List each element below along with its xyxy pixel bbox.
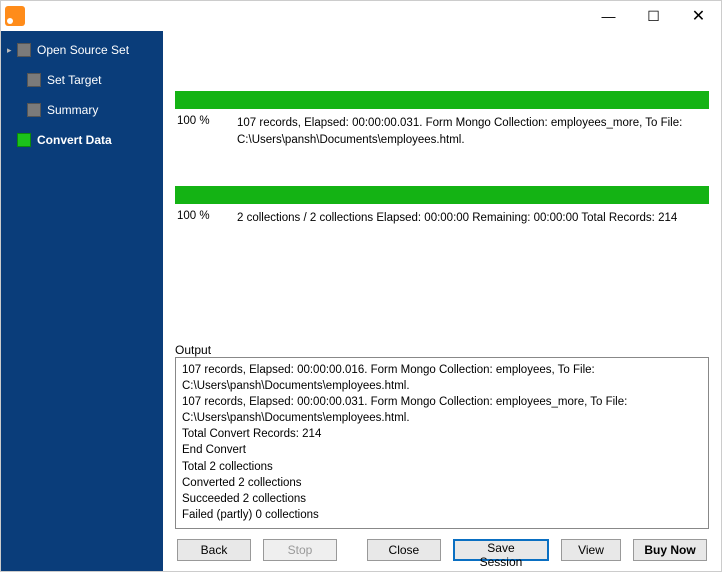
progress-block-1: 100 % 107 records, Elapsed: 00:00:00.031…	[175, 91, 709, 158]
output-label: Output	[175, 335, 709, 357]
tree-status-box	[17, 133, 31, 147]
sidebar-item-convert-data[interactable]: Convert Data	[1, 129, 163, 151]
sidebar-item-label: Open Source Set	[37, 43, 129, 57]
view-button[interactable]: View	[561, 539, 621, 561]
output-line: Converted 2 collections	[182, 475, 702, 491]
tree-expand-icon: ▸	[7, 45, 17, 56]
minimize-button[interactable]: —	[586, 1, 631, 31]
tree-status-box	[27, 73, 41, 87]
progress-bar-2	[175, 186, 709, 204]
sidebar-item-open-source-set[interactable]: ▸ Open Source Set	[1, 39, 163, 61]
main-panel: 100 % 107 records, Elapsed: 00:00:00.031…	[163, 31, 721, 571]
output-line: Succeeded 2 collections	[182, 491, 702, 507]
output-line: Failed (partly) 0 collections	[182, 507, 702, 523]
output-line: 107 records, Elapsed: 00:00:00.031. Form…	[182, 394, 702, 426]
progress-text-2: 2 collections / 2 collections Elapsed: 0…	[237, 210, 707, 227]
stop-button: Stop	[263, 539, 337, 561]
output-textarea[interactable]: 107 records, Elapsed: 00:00:00.016. Form…	[175, 357, 709, 529]
progress-percent-1: 100 %	[177, 115, 237, 148]
button-bar: Back Stop Close Save Session View Buy No…	[175, 529, 709, 563]
sidebar: ▸ Open Source Set Set Target Summary Convert…	[1, 31, 163, 571]
maximize-button[interactable]: ☐	[631, 1, 676, 31]
titlebar: — ☐ ✕	[1, 1, 721, 31]
tree-status-box	[27, 103, 41, 117]
progress-block-2: 100 % 2 collections / 2 collections Elap…	[175, 186, 709, 237]
sidebar-item-label: Set Target	[47, 73, 101, 87]
sidebar-item-label: Convert Data	[37, 133, 112, 147]
close-window-button[interactable]: ✕	[676, 1, 721, 31]
window-controls: — ☐ ✕	[586, 1, 721, 31]
sidebar-item-set-target[interactable]: Set Target	[1, 69, 163, 91]
progress-text-1: 107 records, Elapsed: 00:00:00.031. Form…	[237, 115, 707, 148]
output-line: Total 2 collections	[182, 459, 702, 475]
app-icon	[5, 6, 25, 26]
progress-bar-1	[175, 91, 709, 109]
buy-now-button[interactable]: Buy Now	[633, 539, 707, 561]
output-line: End Convert	[182, 442, 702, 458]
output-line: Total Convert Records: 214	[182, 426, 702, 442]
sidebar-item-label: Summary	[47, 103, 98, 117]
save-session-button[interactable]: Save Session	[453, 539, 549, 561]
close-button[interactable]: Close	[367, 539, 441, 561]
output-line: 107 records, Elapsed: 00:00:00.016. Form…	[182, 362, 702, 394]
tree-status-box	[17, 43, 31, 57]
sidebar-item-summary[interactable]: Summary	[1, 99, 163, 121]
back-button[interactable]: Back	[177, 539, 251, 561]
progress-percent-2: 100 %	[177, 210, 237, 227]
